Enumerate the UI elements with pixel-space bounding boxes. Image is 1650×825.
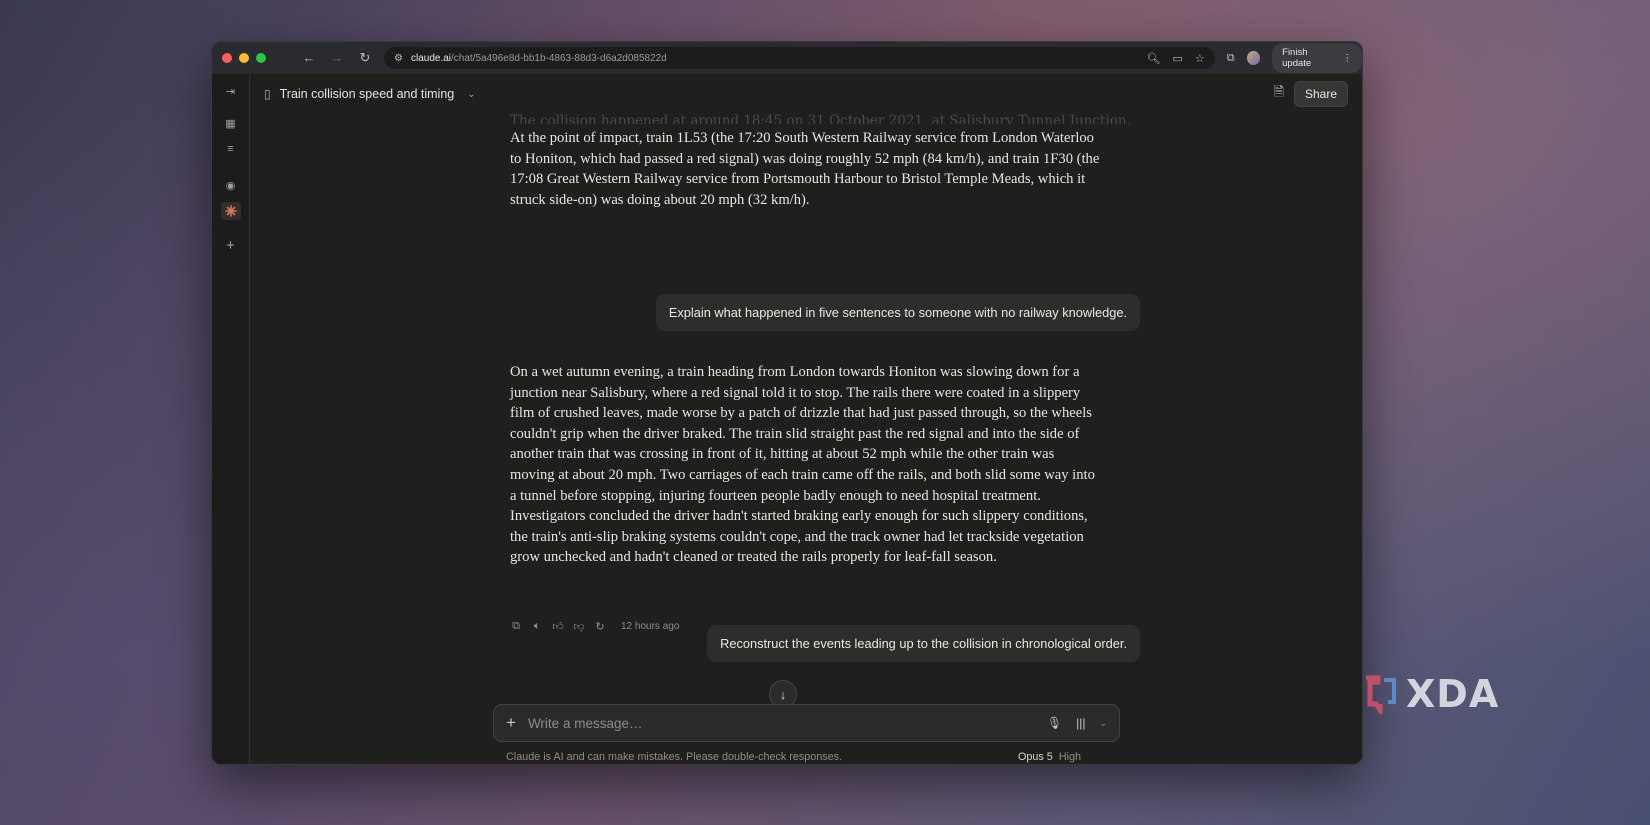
document-icon[interactable]: 🗎 [1274, 83, 1284, 105]
sidebar-toggle-icon[interactable]: ▯ [264, 87, 271, 101]
back-arrow-icon[interactable]: ← [302, 50, 316, 66]
message-timestamp: 12 hours ago [621, 621, 680, 632]
chevron-down-icon: ⌄ [467, 88, 476, 100]
url-path: /chat/5a496e8d-bb1b-4863-88d3-d6a2d08582… [451, 52, 667, 64]
microphone-icon[interactable]: 🎙︎ [1047, 716, 1062, 730]
add-attachment-icon[interactable]: + [506, 713, 516, 733]
assistant-message: At the point of impact, train 1L53 (the … [510, 130, 1100, 208]
finish-update-label: Finish update [1282, 47, 1312, 69]
chats-icon[interactable]: ◉ [221, 176, 241, 194]
browser-window: ← → ↻ ⚙ claude.ai/chat/5a496e8d-bb1b-486… [211, 41, 1363, 765]
projects-icon[interactable]: ▦ [221, 114, 241, 132]
site-settings-icon[interactable]: ⚙ [394, 53, 403, 64]
thumbs-up-icon[interactable]: 👍︎ [552, 620, 564, 633]
forward-arrow-icon[interactable]: → [330, 50, 344, 66]
chat-area: The collision happened at around 18:45 o… [250, 114, 1362, 764]
maximize-window-button[interactable] [256, 53, 266, 63]
faded-previous-text: The collision happened at around 18:45 o… [510, 114, 1131, 124]
message-composer: + 🎙︎ ||| ⌄ [493, 704, 1120, 742]
share-button[interactable]: Share [1293, 81, 1348, 107]
profile-avatar[interactable] [1246, 51, 1261, 65]
new-chat-plus-icon[interactable]: + [221, 236, 241, 254]
thumbs-down-icon[interactable]: 👎︎ [573, 620, 585, 633]
retry-icon[interactable]: ↻ [594, 620, 606, 633]
reload-icon[interactable]: ↻ [358, 50, 372, 66]
extensions-icon[interactable]: ⧉ [1227, 52, 1235, 65]
chat-header: ▯ Train collision speed and timing ⌄ 🗎 S… [250, 74, 1362, 114]
user-message: Explain what happened in five sentences … [655, 294, 1140, 331]
cast-icon[interactable]: ▭ [1173, 52, 1183, 65]
sidebar: ⇥ ▦ ≡ ◉ + [212, 74, 250, 764]
browser-toolbar: ← → ↻ ⚙ claude.ai/chat/5a496e8d-bb1b-486… [212, 42, 1362, 74]
assistant-message: On a wet autumn evening, a train heading… [510, 364, 1095, 566]
disclaimer-text: Claude is AI and can make mistakes. Plea… [506, 751, 843, 763]
model-selector[interactable]: Opus 5 High [1018, 751, 1081, 763]
chat-title-dropdown[interactable]: ▯ Train collision speed and timing ⌄ [264, 87, 476, 101]
read-aloud-icon[interactable]: 🔈︎ [531, 620, 543, 633]
xda-watermark: XDA [1362, 672, 1499, 716]
claude-logo-icon[interactable] [220, 202, 241, 220]
user-message: Reconstruct the events leading up to the… [707, 625, 1140, 662]
navigation-buttons: ← → ↻ [302, 50, 372, 66]
xda-logo-text: XDA [1406, 672, 1500, 716]
more-menu-icon: ⋮ [1342, 52, 1353, 64]
arrow-down-icon: ↓ [779, 686, 787, 702]
artifacts-icon[interactable]: ≡ [221, 140, 241, 158]
message-actions: ⧉ 🔈︎ 👍︎ 👎︎ ↻ 12 hours ago [510, 620, 679, 633]
url-host: claude.ai [410, 52, 451, 64]
expand-sidebar-icon[interactable]: ⇥ [221, 82, 241, 100]
window-controls [222, 53, 266, 63]
voice-mode-icon[interactable]: ||| [1076, 716, 1085, 730]
copy-icon[interactable]: ⧉ [510, 620, 522, 633]
message-input[interactable] [527, 715, 1035, 731]
finish-update-button[interactable]: Finish update ⋮ [1272, 43, 1362, 73]
chat-title: Train collision speed and timing [279, 87, 455, 101]
effort-level: High [1058, 751, 1082, 763]
model-name: Opus 5 [1018, 751, 1053, 763]
zoom-icon[interactable]: 🔍︎ [1147, 52, 1161, 65]
close-window-button[interactable] [222, 53, 232, 63]
claude-spark-icon [224, 205, 237, 217]
bookmark-star-icon[interactable]: ☆ [1195, 52, 1205, 65]
address-bar[interactable]: ⚙ claude.ai/chat/5a496e8d-bb1b-4863-88d3… [384, 47, 1215, 69]
minimize-window-button[interactable] [239, 53, 249, 63]
xda-logo-icon [1366, 675, 1396, 714]
chevron-down-icon[interactable]: ⌄ [1099, 718, 1107, 729]
